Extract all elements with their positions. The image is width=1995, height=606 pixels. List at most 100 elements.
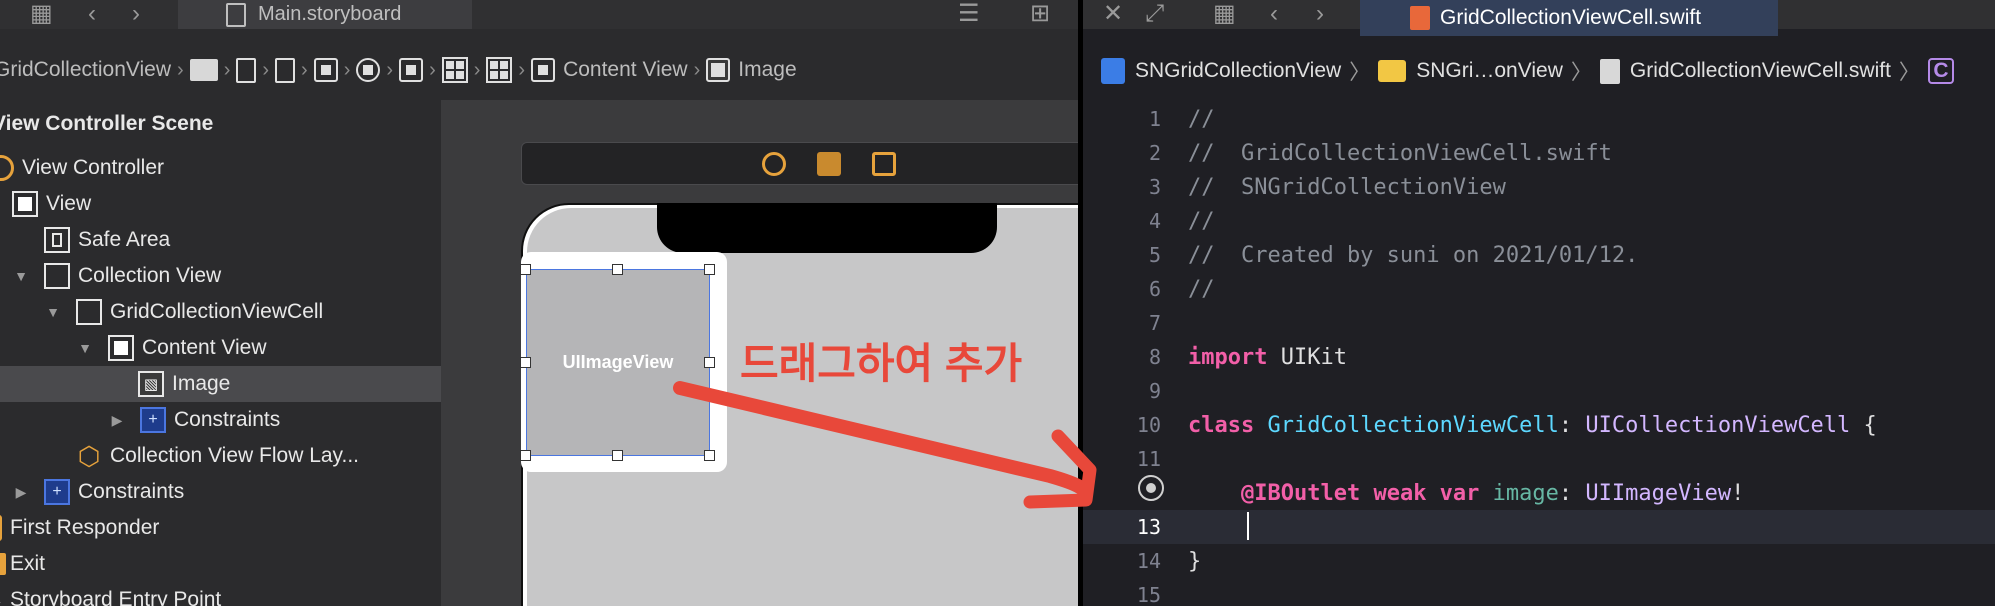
line-number: 2 [1148,141,1161,165]
storyboard-file-icon[interactable] [236,57,257,83]
content-view-icon[interactable] [531,58,556,82]
outline-item-flow-layout[interactable]: ⬡ Collection View Flow Lay... [0,438,441,474]
code-text: // [1188,107,1215,132]
breadcrumb-content-view[interactable]: Content View [563,58,688,82]
outlet-connection-icon[interactable] [1138,475,1164,501]
outline-item-exit[interactable]: Exit [0,546,441,582]
tab-swift-file[interactable]: GridCollectionViewCell.swift [1360,0,1778,36]
outline-item-grid-cell[interactable]: ▼ GridCollectionViewCell [0,294,441,330]
breadcrumb-image[interactable]: Image [738,58,796,82]
outline-item-entry-point[interactable]: → Storyboard Entry Point [0,582,441,606]
chevron-icon: › [473,58,481,81]
source-editor[interactable]: 1 // 2 // GridCollectionViewCell.swift 3 // S… [1083,102,1995,606]
exit-icon[interactable] [872,152,896,176]
code-line[interactable]: 4 // [1083,204,1995,238]
code-line[interactable]: 6 // [1083,272,1995,306]
back-icon[interactable]: ‹ [1270,2,1278,26]
related-items-icon[interactable]: ▦ [30,2,53,26]
project-icon[interactable] [1101,58,1125,84]
outline-item-collection-view[interactable]: ▼ Collection View [0,258,441,294]
outline-item-image[interactable]: ▧ Image [0,366,441,402]
view-icon[interactable] [399,58,424,82]
code-line[interactable]: 1 // [1083,102,1995,136]
folder-icon[interactable] [1378,60,1407,82]
forward-icon[interactable]: › [1316,2,1324,26]
outline-item-view-constraints[interactable]: ▶ + Constraints [0,474,441,510]
line-number: 15 [1136,583,1161,606]
expand-icon[interactable]: ⤢ [1145,2,1164,26]
view-controller-icon[interactable] [762,152,786,176]
disclosure-closed-icon[interactable]: ▶ [12,484,30,501]
forward-icon[interactable]: › [132,2,140,26]
outline-item-view[interactable]: View [0,186,441,222]
resize-handle[interactable] [704,450,715,461]
code-line[interactable]: 14} [1083,544,1995,578]
outline-scene-title[interactable]: View Controller Scene [0,106,441,142]
storyboard-file-icon[interactable] [275,57,296,83]
breadcrumb-project[interactable]: SNGridCollectionView [1135,59,1341,83]
code-line[interactable]: 15 [1083,578,1995,606]
view-icon [12,191,38,217]
disclosure-open-icon[interactable]: ▼ [12,268,30,284]
breadcrumb-folder[interactable]: SNGri…onView [1416,59,1563,83]
collection-cell-icon[interactable] [486,57,513,83]
code-line[interactable]: 10 class GridCollectionViewCell: UICollec… [1083,408,1995,442]
code-line[interactable]: 12 @IBOutlet weak var image: UIImageView… [1083,476,1995,510]
code-token: // [1188,106,1215,132]
storyboard-jump-bar: GridCollectionView › › › › › › › › › Con… [0,50,1078,90]
close-icon[interactable]: ✕ [1103,2,1123,26]
class-symbol-icon[interactable]: C [1927,58,1954,84]
image-view-icon: ▧ [138,371,164,397]
first-responder-icon[interactable] [817,152,841,176]
image-view-preview[interactable]: UIImageView [526,269,710,456]
resize-handle[interactable] [704,357,715,368]
resize-handle[interactable] [520,264,531,275]
resize-handle[interactable] [520,357,531,368]
code-token: } [1188,548,1202,574]
view-controller-icon [0,155,14,181]
code-line[interactable]: 2 // GridCollectionViewCell.swift [1083,136,1995,170]
resize-handle[interactable] [612,450,623,461]
chevron-icon: › [386,58,394,81]
resize-handle[interactable] [520,450,531,461]
cube-icon: ⬡ [77,440,101,471]
resize-handle[interactable] [704,264,715,275]
code-line[interactable]: 5 // Created by suni on 2021/01/12. [1083,238,1995,272]
collection-view-icon[interactable] [441,57,468,83]
code-line[interactable]: 13 [1083,510,1995,544]
breadcrumb-file[interactable]: GridCollectionViewCell.swift [1630,59,1891,83]
add-editor-icon[interactable]: ⊞ [1030,2,1050,26]
view-controller-icon[interactable] [356,58,381,82]
related-items-icon[interactable]: ▦ [1213,2,1236,26]
attribute-token: @IBOutlet [1240,480,1361,506]
type-token: UICollectionViewCell [1585,412,1851,438]
code-line[interactable]: 9 [1083,374,1995,408]
breadcrumb-root[interactable]: GridCollectionView [0,58,171,82]
disclosure-closed-icon[interactable]: ▶ [108,412,126,429]
code-line[interactable]: 3 // SNGridCollectionView [1083,170,1995,204]
chevron-icon: › [177,58,184,81]
code-line[interactable]: 8 import UIKit [1083,340,1995,374]
scene-icon[interactable] [313,58,338,82]
code-jump-bar: SNGridCollectionView 〉 SNGri…onView 〉 Gr… [1083,49,1995,93]
editor-options-icon[interactable]: ☰ [958,2,980,26]
swift-file-icon[interactable] [1599,58,1620,84]
code-line[interactable]: 7 [1083,306,1995,340]
outline-item-view-controller[interactable]: View Controller [0,150,441,186]
back-icon[interactable]: ‹ [88,2,96,26]
code-line[interactable]: 11 [1083,442,1995,476]
keyword-token: class [1188,412,1255,438]
disclosure-open-icon[interactable]: ▼ [76,340,94,356]
tab-main-storyboard[interactable]: Main.storyboard [178,0,472,29]
outline-item-first-responder[interactable]: First Responder [0,510,441,546]
disclosure-open-icon[interactable]: ▼ [44,304,62,320]
collection-view-icon [44,263,70,289]
view-icon [108,335,134,361]
outline-item-content-view[interactable]: ▼ Content View [0,330,441,366]
folder-icon[interactable] [189,59,218,81]
resize-handle[interactable] [612,264,623,275]
line-number: 14 [1136,549,1161,573]
outline-item-content-constraints[interactable]: ▶ + Constraints [0,402,441,438]
image-view-icon[interactable] [706,58,731,82]
outline-item-safe-area[interactable]: Safe Area [0,222,441,258]
